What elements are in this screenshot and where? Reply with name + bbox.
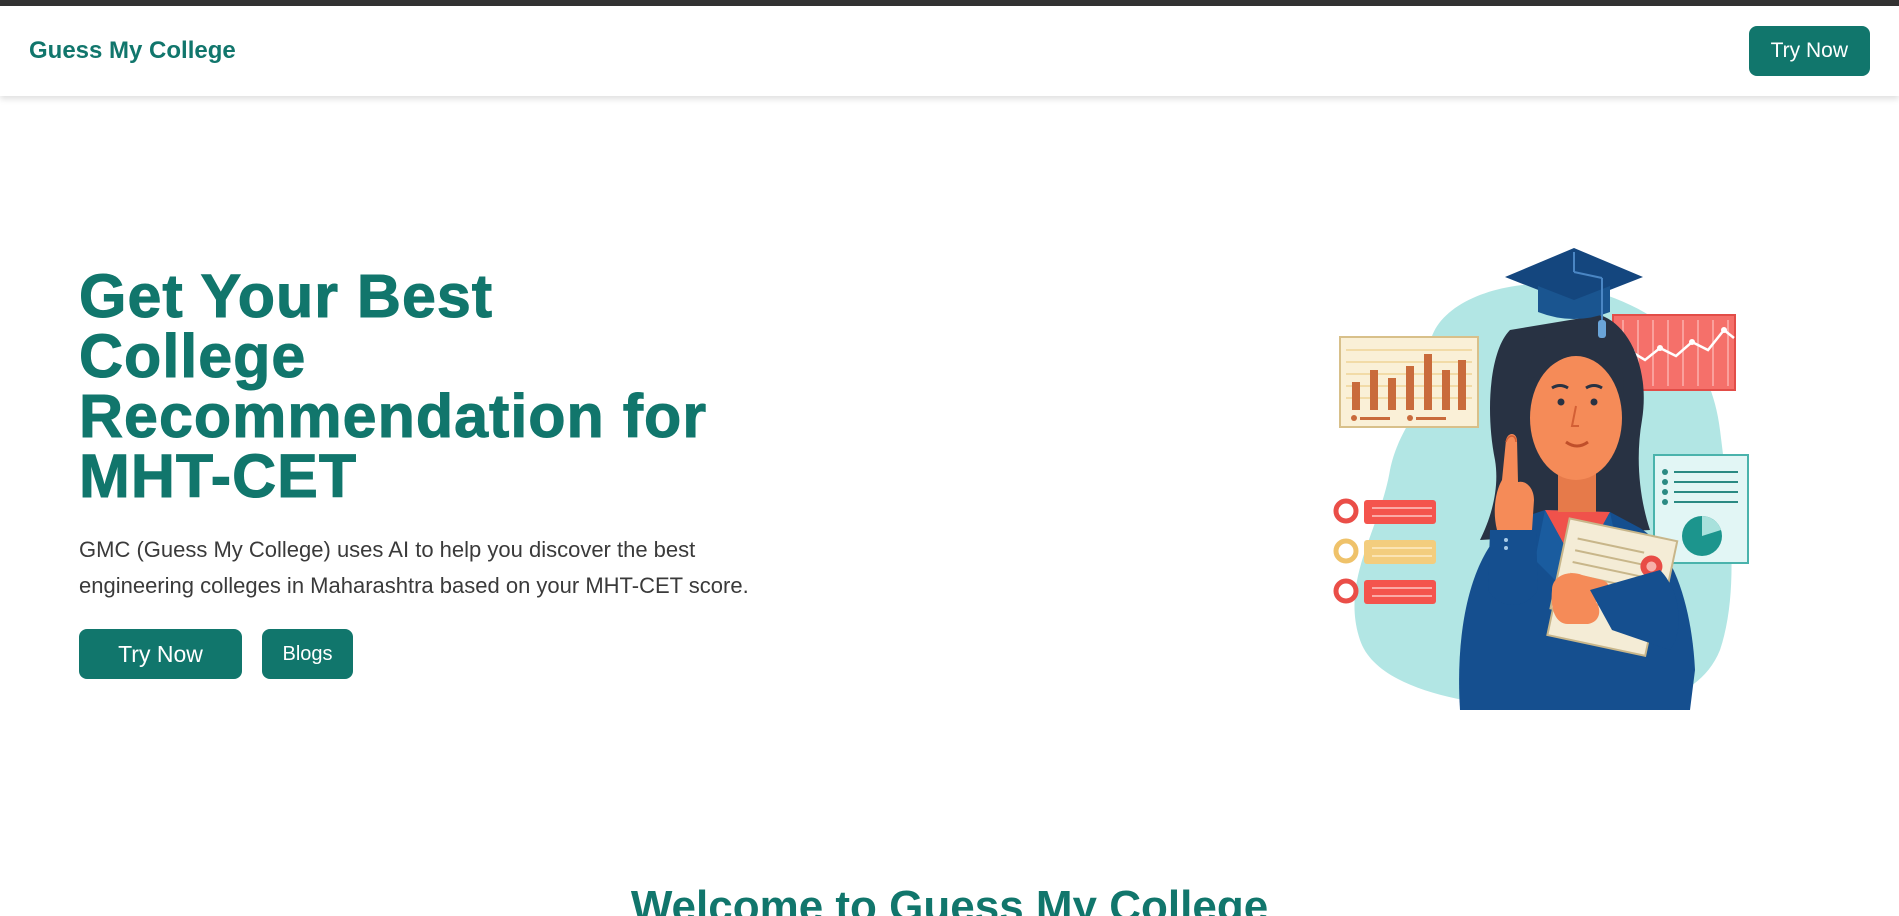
hero-blogs-button[interactable]: Blogs [262, 629, 353, 679]
navbar: Guess My College Try Now [0, 6, 1899, 96]
graduate-student-illustration [1320, 230, 1760, 720]
nav-try-now-button[interactable]: Try Now [1748, 26, 1870, 76]
hero-title-line: MHT-CET [78, 442, 358, 510]
hero-title: Get Your Best College Recommendation for… [78, 265, 799, 507]
brand-logo[interactable]: Guess My College [29, 37, 236, 65]
hero-description: GMC (Guess My College) uses AI to help y… [79, 537, 749, 598]
hero-try-now-button[interactable]: Try Now [79, 629, 242, 679]
hero-text: Get Your Best College Recommendation for… [78, 265, 799, 679]
hero-section: Get Your Best College Recommendation for… [0, 96, 1899, 816]
hero-title-line: Get Your Best [78, 262, 494, 330]
hero-actions: Try Now Blogs [79, 629, 799, 679]
hero-title-line: College [78, 322, 307, 390]
hero-title-line: Recommendation for [78, 382, 708, 450]
welcome-section-title: Welcome to Guess My College [630, 882, 1269, 916]
